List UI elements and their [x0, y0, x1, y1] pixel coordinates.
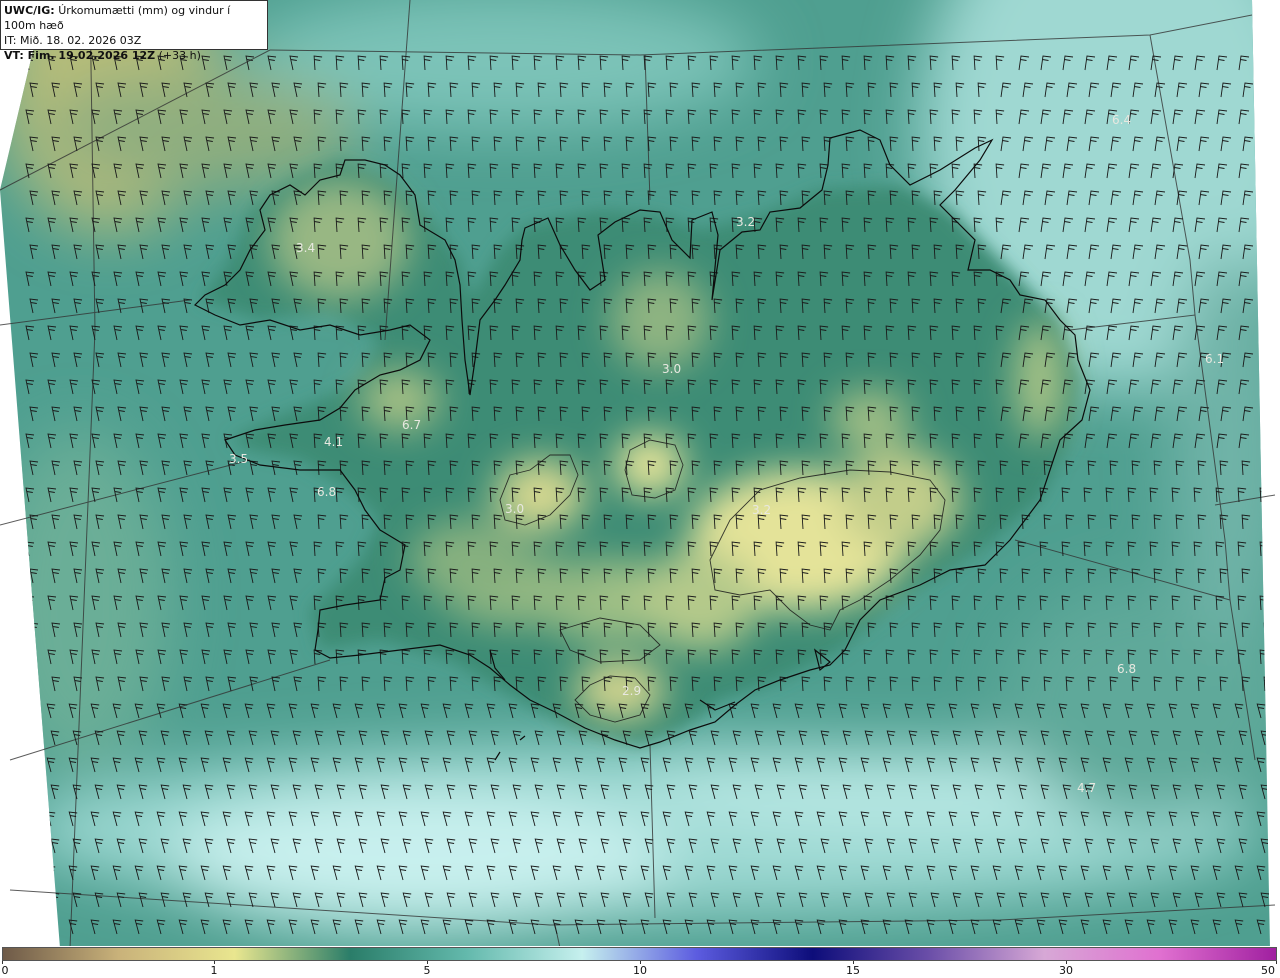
value-label: 4.1	[324, 435, 343, 449]
value-label: 3.0	[662, 362, 681, 376]
value-label: 6.7	[402, 418, 421, 432]
value-label: 6.1	[1205, 352, 1224, 366]
colorbar-tick: 0	[1, 964, 9, 977]
colorbar-tick: 50	[1261, 964, 1275, 977]
title-line: UWC/IG: Úrkomumætti (mm) og vindur í 100…	[4, 3, 264, 33]
issue-time: Mið. 18. 02. 2026 03Z	[19, 34, 142, 47]
value-label: 2.9	[622, 684, 641, 698]
colorbar-tick: 30	[1059, 964, 1073, 977]
valid-time: Fim. 19.02.2026 12Z	[27, 49, 156, 62]
value-label: 3.5	[229, 452, 248, 466]
precipitation-map: 6.4 3.4 3.2 6.1 3.0 6.7 4.1 3.5 6.8 3.0 …	[0, 0, 1276, 948]
it-label: IT:	[4, 34, 17, 47]
colorbar-tick: 10	[633, 964, 647, 977]
value-label: 3.0	[505, 502, 524, 516]
colorbar-tick: 5	[423, 964, 431, 977]
map-info-box: UWC/IG: Úrkomumætti (mm) og vindur í 100…	[0, 0, 268, 62]
colorbar-tick: 1	[210, 964, 218, 977]
value-label: 6.4	[1112, 113, 1131, 127]
value-label: 3.2	[736, 215, 755, 229]
lead-time: (+33 h)	[158, 49, 201, 62]
map-canvas: 6.4 3.4 3.2 6.1 3.0 6.7 4.1 3.5 6.8 3.0 …	[0, 0, 1280, 948]
value-label: 6.8	[1117, 662, 1136, 676]
issue-time-line: IT: Mið. 18. 02. 2026 03Z	[4, 33, 264, 48]
product-code: UWC/IG:	[4, 4, 55, 17]
precip-field	[0, 0, 1270, 948]
colorbar-legend: 0 1 5 10 15 30 50	[0, 946, 1280, 978]
value-label: 6.8	[317, 485, 336, 499]
valid-time-line: VT: Fim. 19.02.2026 12Z (+33 h)	[4, 48, 264, 63]
colorbar-tick: 15	[846, 964, 860, 977]
value-label: 3.2	[752, 503, 771, 517]
vt-label: VT:	[4, 49, 24, 62]
value-label: 3.4	[296, 241, 315, 255]
value-label: 4.7	[1077, 781, 1096, 795]
colorbar-gradient	[2, 947, 1277, 961]
